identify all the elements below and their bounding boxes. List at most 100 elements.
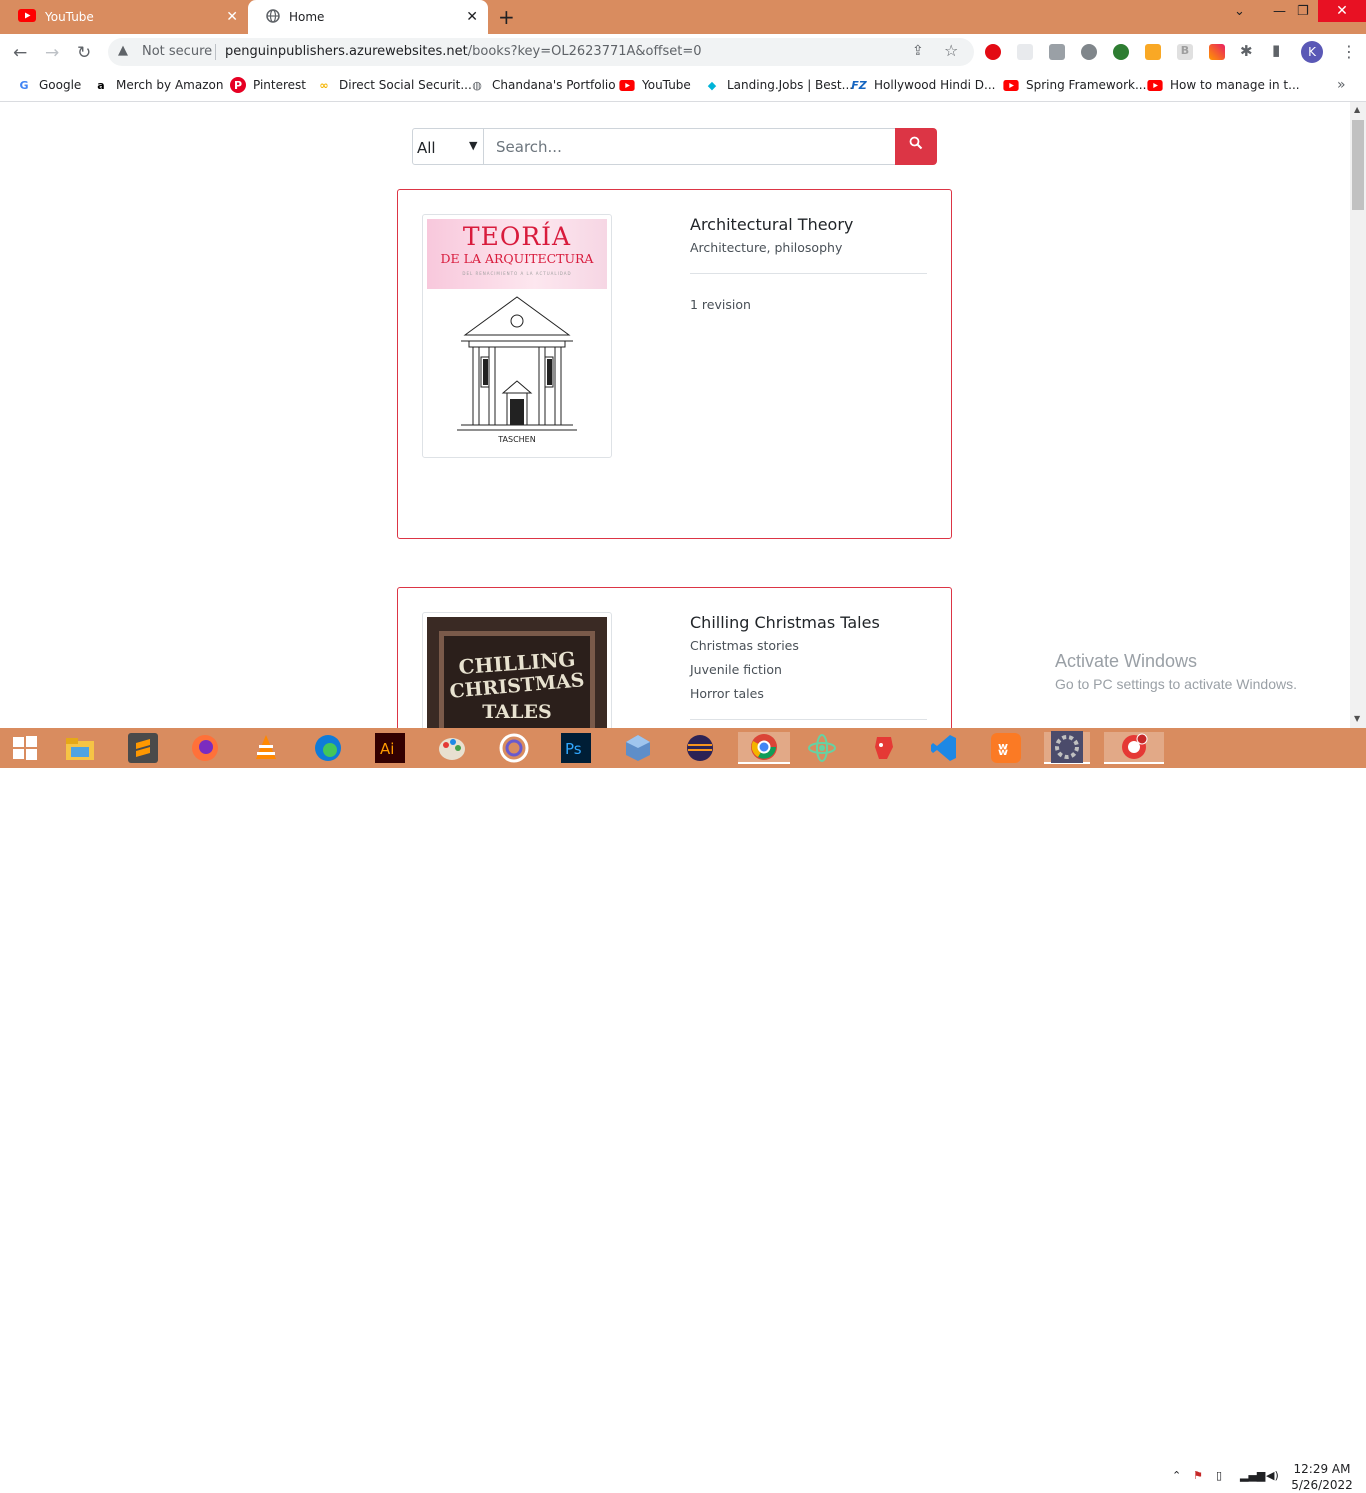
orange-extension-icon[interactable] [1145, 44, 1161, 60]
forward-button[interactable]: → [45, 43, 59, 63]
bookmark-direct-social-security[interactable]: ∞ Direct Social Securit... [316, 77, 471, 93]
tab-title: Home [289, 10, 325, 24]
cube-extension-icon[interactable] [1049, 44, 1065, 60]
bookmark-label: Merch by Amazon [116, 78, 224, 92]
b-extension-icon[interactable]: B [1177, 44, 1193, 60]
profile-avatar[interactable]: K [1301, 41, 1323, 63]
close-window-button[interactable]: ✕ [1318, 0, 1366, 22]
sublime-text-icon[interactable] [127, 732, 159, 764]
bookmark-how-to-manage[interactable]: How to manage in t... [1147, 77, 1300, 93]
scrollbar-thumb[interactable] [1352, 120, 1364, 210]
bookmark-label: Landing.Jobs | Best... [727, 78, 854, 92]
menu-kebab-icon[interactable]: ⋮ [1341, 42, 1357, 61]
more-bookmarks-icon[interactable]: » [1337, 77, 1346, 93]
extension-icon[interactable] [1017, 44, 1033, 60]
paint-icon[interactable] [436, 732, 468, 764]
cover-image: TEORÍA DE LA ARQUITECTURA DEL RENACIMIEN… [427, 219, 607, 453]
bookmark-landing-jobs[interactable]: ◆ Landing.Jobs | Best... [704, 77, 853, 93]
card-divider [690, 719, 927, 720]
scroll-up-icon[interactable]: ▲ [1354, 105, 1360, 114]
tray-overflow-icon[interactable]: ⌃ [1172, 1469, 1181, 1482]
youtube-icon [1147, 77, 1163, 93]
youtube-icon [18, 9, 36, 25]
bookmark-spring-framework[interactable]: Spring Framework... [1003, 77, 1146, 93]
scroll-down-icon[interactable]: ▼ [1354, 714, 1360, 723]
file-explorer-icon[interactable] [64, 732, 96, 764]
chrome-icon[interactable] [738, 732, 790, 764]
tab-search-icon[interactable]: ⌄ [1234, 4, 1245, 19]
bookmark-google[interactable]: G Google [16, 77, 81, 93]
tab-youtube[interactable]: YouTube ✕ [0, 0, 248, 34]
page-content: All ▼ Search... TEORÍA DE LA ARQUITECTURA… [0, 102, 1350, 728]
vlc-icon[interactable] [250, 732, 282, 764]
eclipse-icon[interactable] [684, 732, 716, 764]
bookmark-merch-by-amazon[interactable]: a Merch by Amazon [93, 77, 223, 93]
extensions-puzzle-icon[interactable]: ✱ [1240, 42, 1253, 60]
pinned-app-icon[interactable] [1104, 732, 1164, 764]
vscode-icon[interactable] [928, 732, 960, 764]
tab-title: YouTube [45, 10, 94, 24]
search-button[interactable] [895, 128, 937, 165]
virtualbox-icon[interactable] [622, 732, 654, 764]
search-icon [909, 136, 923, 154]
gear-extension-icon[interactable] [1081, 44, 1097, 60]
eclipse-che-icon[interactable] [498, 732, 530, 764]
flag-icon[interactable]: ⚑ [1193, 1469, 1203, 1482]
xampp-icon[interactable]: ʬ [990, 732, 1022, 764]
close-tab-icon[interactable]: ✕ [466, 9, 478, 25]
bookmark-label: YouTube [642, 78, 691, 92]
back-button[interactable]: ← [13, 43, 27, 63]
warning-icon[interactable]: ▲ [118, 43, 128, 58]
edge-icon[interactable] [312, 732, 344, 764]
illustrator-icon[interactable]: Ai [374, 732, 406, 764]
book-cover[interactable]: CHILLING CHRISTMAS TALES [422, 612, 612, 728]
fz-icon: FZ [851, 78, 867, 92]
book-title[interactable]: Chilling Christmas Tales [690, 613, 880, 632]
adblock-extension-icon[interactable] [985, 44, 1001, 60]
security-status[interactable]: Not secure [142, 44, 212, 59]
system-clock[interactable]: 12:29 AM 5/26/2022 [1290, 1461, 1354, 1493]
pen-extension-icon[interactable] [1209, 44, 1225, 60]
category-select[interactable]: All ▼ [412, 128, 484, 165]
side-panel-icon[interactable]: ▮ [1272, 41, 1280, 59]
firefox-icon[interactable] [189, 732, 221, 764]
network-icon[interactable]: ▂▄▆ [1240, 1469, 1265, 1482]
category-select-value: All [417, 139, 436, 157]
url-text[interactable]: penguinpublishers.azurewebsites.net/book… [225, 44, 701, 59]
bookmark-label: Spring Framework... [1026, 78, 1147, 92]
page-scrollbar[interactable]: ▲ ▼ [1350, 102, 1366, 728]
reload-button[interactable]: ↻ [77, 43, 91, 63]
svg-text:ʬ: ʬ [998, 740, 1008, 760]
tab-home[interactable]: Home ✕ [248, 0, 488, 34]
new-tab-button[interactable]: + [498, 5, 515, 29]
java-ee-ide-icon[interactable] [1044, 731, 1090, 764]
book-title[interactable]: Architectural Theory [690, 215, 853, 234]
globe-extension-icon[interactable] [1113, 44, 1129, 60]
photoshop-icon[interactable]: Ps [560, 732, 592, 764]
book-card[interactable]: TEORÍA DE LA ARQUITECTURA DEL RENACIMIEN… [397, 189, 952, 539]
address-bar[interactable]: ▲ Not secure penguinpublishers.azurewebs… [108, 38, 974, 66]
share-icon[interactable]: ⇪ [912, 43, 924, 59]
bookmark-label: Google [39, 78, 82, 92]
volume-icon[interactable]: ◀) [1266, 1469, 1279, 1482]
atom-icon[interactable] [806, 732, 838, 764]
book-subject: Horror tales [690, 686, 764, 701]
book-cover[interactable]: TEORÍA DE LA ARQUITECTURA DEL RENACIMIEN… [422, 214, 612, 458]
restore-button[interactable]: ❐ [1297, 4, 1309, 19]
card-divider [690, 273, 927, 274]
bookmark-hollywood-hindi[interactable]: FZ Hollywood Hindi D... [851, 77, 995, 93]
git-bash-icon[interactable] [868, 732, 900, 764]
bookmark-youtube[interactable]: YouTube [619, 77, 691, 93]
search-input[interactable]: Search... [483, 128, 896, 165]
bookmark-pinterest[interactable]: P Pinterest [230, 77, 306, 93]
bookmark-star-icon[interactable]: ☆ [944, 41, 958, 60]
book-card[interactable]: CHILLING CHRISTMAS TALES Chilling Christ… [397, 587, 952, 728]
windows-start-icon[interactable] [9, 732, 41, 764]
minimize-button[interactable]: — [1273, 4, 1286, 19]
close-tab-icon[interactable]: ✕ [226, 9, 238, 25]
battery-icon[interactable]: ▯ [1216, 1469, 1222, 1482]
pinterest-icon: P [230, 77, 246, 93]
bookmark-chandanas-portfolio[interactable]: ◍ Chandana's Portfolio [469, 77, 615, 93]
windows-taskbar: Ai Ps ʬ ⌃ ⚑ ▯ ▂▄▆ ◀) 12:29 AM 5/26/2022 [0, 728, 1366, 1492]
svg-text:Ai: Ai [380, 740, 394, 758]
